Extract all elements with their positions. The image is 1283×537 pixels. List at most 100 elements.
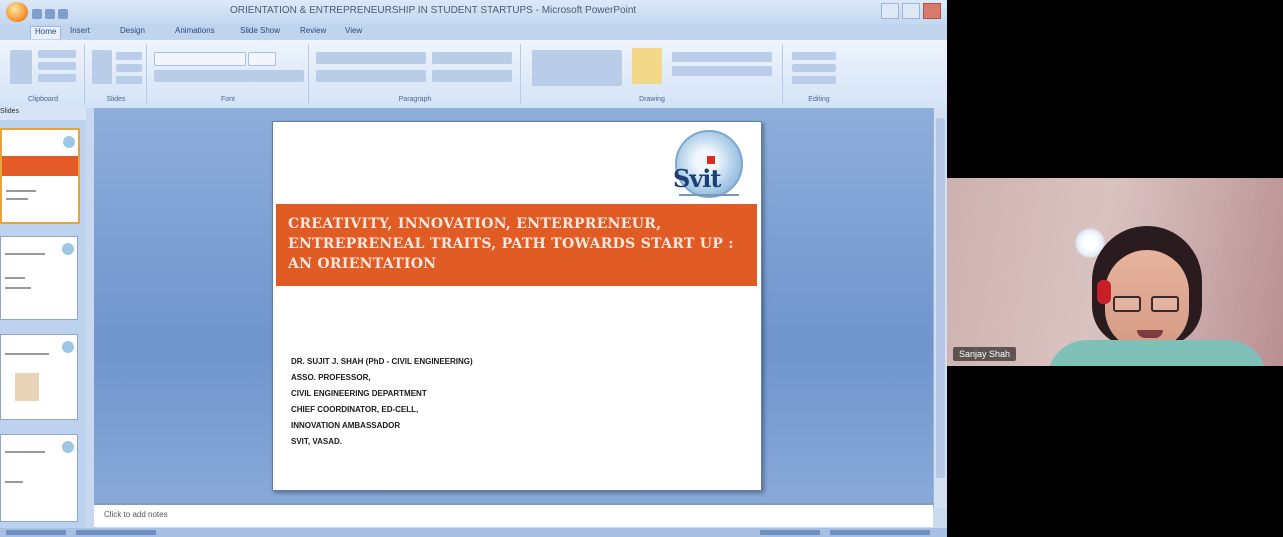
thumbnail-text-line <box>5 481 23 483</box>
slides-group-label: Slides <box>106 96 126 103</box>
slide-body[interactable]: DR. SUJIT J. SHAH (PhD - CIVIL ENGINEERI… <box>291 354 751 450</box>
thumbnail-image <box>15 373 39 401</box>
slide-counter <box>6 530 66 535</box>
font-group: Font <box>148 44 309 104</box>
layout-icon[interactable] <box>116 52 142 60</box>
drawing-group-label: Drawing <box>639 96 665 103</box>
save-icon[interactable] <box>32 9 42 19</box>
cut-icon[interactable] <box>38 50 76 58</box>
body-line: CHIEF COORDINATOR, ED-CELL, <box>291 405 419 414</box>
paragraph-group: Paragraph <box>310 44 521 104</box>
notes-placeholder: Click to add notes <box>104 510 168 519</box>
shape-outline-button[interactable] <box>672 66 772 76</box>
paste-icon[interactable] <box>10 50 32 84</box>
thumbnail-text-line <box>6 198 28 200</box>
thumbnail-text-line <box>6 190 36 192</box>
slides-panel: Slides <box>0 108 87 528</box>
status-bar <box>0 528 947 537</box>
shapes-gallery[interactable] <box>532 50 622 86</box>
slides-group: Slides <box>86 44 147 104</box>
format-painter-icon[interactable] <box>38 74 76 82</box>
thumbnail-text-line <box>5 353 49 355</box>
shape-fill-button[interactable] <box>672 52 772 62</box>
logo-dot <box>707 156 715 164</box>
redo-icon[interactable] <box>58 9 68 19</box>
headset-icon <box>1097 280 1111 304</box>
powerpoint-window: ORIENTATION & ENTREPRENEURSHIP IN STUDEN… <box>0 0 947 537</box>
undo-icon[interactable] <box>45 9 55 19</box>
participant-mouth <box>1137 330 1163 338</box>
thumbnail-logo <box>62 243 74 255</box>
body-line: DR. SUJIT J. SHAH (PhD - CIVIL ENGINEERI… <box>291 357 473 366</box>
minimize-button[interactable] <box>881 3 899 19</box>
select-button[interactable] <box>792 76 836 84</box>
alignment-buttons[interactable] <box>316 70 426 82</box>
thumbnail-title-bar <box>2 156 78 176</box>
theme-name <box>76 530 156 535</box>
logo-tagline <box>679 194 739 196</box>
find-button[interactable] <box>792 52 836 60</box>
maximize-button[interactable] <box>902 3 920 19</box>
thumbnail-text-line <box>5 451 45 453</box>
tab-design[interactable]: Design <box>120 26 145 38</box>
arrange-icon[interactable] <box>632 48 662 84</box>
glasses-right <box>1151 296 1179 312</box>
participant-name-tag: Sanjay Shah <box>953 347 1017 361</box>
slides-panel-tab-label: Slides <box>0 108 20 115</box>
body-line: SVIT, VASAD. <box>291 437 342 446</box>
drawing-group: Drawing <box>522 44 783 104</box>
participant-video[interactable]: Sanjay Shah <box>947 178 1283 366</box>
vertical-scrollbar[interactable] <box>933 108 947 508</box>
body-line: ASSO. PROFESSOR, <box>291 373 371 382</box>
notes-pane[interactable]: Click to add notes <box>94 503 933 527</box>
participant-shirt <box>1047 340 1267 366</box>
tab-slide-show[interactable]: Slide Show <box>240 26 280 38</box>
slide-thumbnail-3[interactable] <box>0 334 78 420</box>
slide-title[interactable]: CREATIVITY, INNOVATION, ENTERPRENEUR, EN… <box>288 214 748 274</box>
thumbnail-logo <box>62 341 74 353</box>
ribbon: Clipboard Slides Font Paragraph Drawing … <box>0 40 947 109</box>
logo-text: Svit <box>673 164 721 193</box>
slides-panel-tab[interactable]: Slides <box>0 108 86 120</box>
thumbnail-logo <box>63 136 75 148</box>
slide-thumbnail-2[interactable] <box>0 236 78 320</box>
tab-view[interactable]: View <box>345 26 362 38</box>
paragraph-group-label: Paragraph <box>398 96 432 103</box>
view-buttons[interactable] <box>760 530 820 535</box>
font-format-buttons[interactable] <box>154 70 304 82</box>
tab-animations[interactable]: Animations <box>175 26 215 38</box>
slide-thumbnail-4[interactable] <box>0 434 78 522</box>
close-button[interactable] <box>923 3 941 19</box>
tab-insert[interactable]: Insert <box>70 26 90 38</box>
body-line: CIVIL ENGINEERING DEPARTMENT <box>291 389 427 398</box>
list-buttons[interactable] <box>316 52 426 64</box>
scrollbar-thumb[interactable] <box>936 118 945 478</box>
thumbnail-logo <box>62 441 74 453</box>
new-slide-icon[interactable] <box>92 50 112 84</box>
text-direction-buttons[interactable] <box>432 52 512 64</box>
body-line: INNOVATION AMBASSADOR <box>291 421 401 430</box>
editing-group: Editing <box>784 44 854 104</box>
reset-icon[interactable] <box>116 64 142 72</box>
delete-slide-icon[interactable] <box>116 76 142 84</box>
window-title: ORIENTATION & ENTREPRENEURSHIP IN STUDEN… <box>230 5 637 16</box>
svit-logo: Svit <box>667 126 751 202</box>
current-slide[interactable]: Svit CREATIVITY, INNOVATION, ENTERPRENEU… <box>272 121 762 491</box>
copy-icon[interactable] <box>38 62 76 70</box>
ribbon-tabs: Home Insert Design Animations Slide Show… <box>0 24 947 40</box>
slide-title-band: CREATIVITY, INNOVATION, ENTERPRENEUR, EN… <box>276 204 757 286</box>
thumbnail-text-line <box>5 277 25 279</box>
slide-thumbnail-1[interactable] <box>0 128 80 224</box>
editing-group-label: Editing <box>808 96 830 103</box>
font-name-select[interactable] <box>154 52 246 66</box>
thumbnail-text-line <box>5 287 31 289</box>
window-controls <box>878 3 941 24</box>
tab-review[interactable]: Review <box>300 26 326 38</box>
tab-home[interactable]: Home <box>30 26 62 39</box>
office-button[interactable] <box>6 2 28 22</box>
replace-button[interactable] <box>792 64 836 72</box>
smartart-button[interactable] <box>432 70 512 82</box>
thumbnail-text-line <box>5 253 45 255</box>
zoom-slider[interactable] <box>830 530 930 535</box>
font-size-select[interactable] <box>248 52 276 66</box>
